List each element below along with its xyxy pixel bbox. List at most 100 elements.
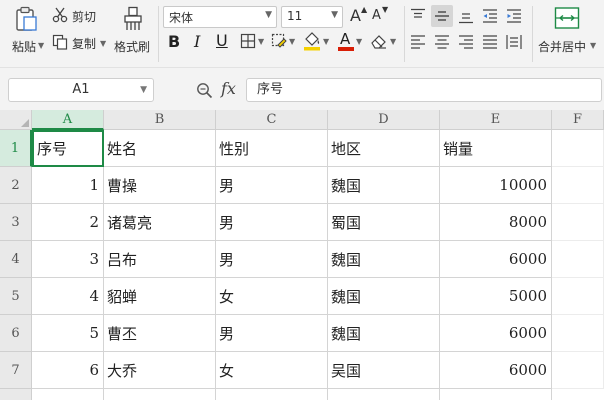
name-box[interactable]: A1 ▼ xyxy=(8,78,154,102)
formula-input[interactable]: 序号 xyxy=(246,78,602,102)
select-all-corner[interactable] xyxy=(0,110,32,130)
selected-cell[interactable]: 序号 xyxy=(32,130,104,167)
table-cell[interactable]: 8000 xyxy=(440,204,552,241)
table-cell[interactable]: 男 xyxy=(216,241,328,278)
table-cell[interactable]: 曹丕 xyxy=(104,315,216,352)
row-header-7[interactable]: 7 xyxy=(0,352,32,389)
row-header-4[interactable]: 4 xyxy=(0,241,32,278)
table-cell[interactable]: 男 xyxy=(216,315,328,352)
paste-button[interactable]: 粘贴 ▼ xyxy=(6,4,46,62)
align-center-button[interactable] xyxy=(432,32,452,52)
table-cell[interactable]: 姓名 xyxy=(104,130,216,167)
underline-button[interactable]: U xyxy=(216,31,228,50)
paste-icon xyxy=(16,6,37,31)
font-color-glyph: A xyxy=(340,30,351,48)
row-header-6[interactable]: 6 xyxy=(0,315,32,352)
copy-button[interactable]: 复制 ▼ xyxy=(52,33,112,53)
align-bottom-button[interactable] xyxy=(456,6,476,26)
column-header-e[interactable]: E xyxy=(440,110,552,130)
table-cell[interactable] xyxy=(328,389,440,400)
table-cell[interactable]: 大乔 xyxy=(104,352,216,389)
bold-button[interactable]: B xyxy=(168,32,180,51)
empty-cell[interactable] xyxy=(552,167,604,204)
distributed-align-button[interactable] xyxy=(504,32,524,52)
empty-cell[interactable] xyxy=(552,204,604,241)
font-color-button[interactable]: A ▼ xyxy=(338,30,368,53)
paste-dropdown-icon[interactable]: ▼ xyxy=(38,41,44,50)
table-cell[interactable]: 6000 xyxy=(440,315,552,352)
merge-dropdown-icon[interactable]: ▼ xyxy=(590,41,596,50)
table-cell[interactable]: 10000 xyxy=(440,167,552,204)
zoom-search-icon[interactable] xyxy=(196,82,213,99)
table-cell[interactable]: 地区 xyxy=(328,130,440,167)
row-header-2[interactable]: 2 xyxy=(0,167,32,204)
justify-button[interactable] xyxy=(480,32,500,52)
table-cell[interactable]: 6000 xyxy=(440,352,552,389)
table-cell[interactable]: 吴国 xyxy=(328,352,440,389)
table-cell[interactable]: 吕布 xyxy=(104,241,216,278)
table-cell[interactable]: 销量 xyxy=(440,130,552,167)
merge-center-button[interactable]: 合并居中 ▼ xyxy=(536,4,602,62)
table-cell[interactable]: 男 xyxy=(216,167,328,204)
table-cell[interactable]: 6000 xyxy=(440,241,552,278)
table-cell[interactable]: 诸葛亮 xyxy=(104,204,216,241)
increase-indent-button[interactable] xyxy=(504,6,524,26)
table-cell[interactable]: 曹操 xyxy=(104,167,216,204)
column-header-d[interactable]: D xyxy=(328,110,440,130)
empty-cell[interactable] xyxy=(552,352,604,389)
table-cell[interactable]: 5000 xyxy=(440,278,552,315)
column-header-f[interactable]: F xyxy=(552,110,604,130)
row-header-1[interactable]: 1 xyxy=(0,130,32,167)
table-cell[interactable]: 1 xyxy=(32,167,104,204)
row-header-3[interactable]: 3 xyxy=(0,204,32,241)
table-cell[interactable]: 魏国 xyxy=(328,315,440,352)
decrease-font-size-button[interactable]: A ▼ xyxy=(372,5,390,27)
table-cell[interactable]: 魏国 xyxy=(328,241,440,278)
table-cell[interactable]: 5 xyxy=(32,315,104,352)
table-cell[interactable]: 2 xyxy=(32,204,104,241)
cell-style-button[interactable]: ▼ xyxy=(271,31,299,53)
table-cell[interactable] xyxy=(440,389,552,400)
copy-dropdown-icon[interactable]: ▼ xyxy=(100,39,106,48)
row-header[interactable] xyxy=(0,389,32,400)
table-cell[interactable]: 魏国 xyxy=(328,278,440,315)
merge-center-label: 合并居中 xyxy=(538,40,587,54)
insert-function-button[interactable]: fx xyxy=(221,79,236,98)
column-header-b[interactable]: B xyxy=(104,110,216,130)
align-middle-button[interactable] xyxy=(431,5,453,27)
table-cell[interactable]: 女 xyxy=(216,278,328,315)
decrease-indent-button[interactable] xyxy=(480,6,500,26)
empty-cell[interactable] xyxy=(552,130,604,167)
column-header-a[interactable]: A xyxy=(32,110,104,130)
table-cell[interactable]: 貂蝉 xyxy=(104,278,216,315)
table-cell[interactable]: 蜀国 xyxy=(328,204,440,241)
row-header-5[interactable]: 5 xyxy=(0,278,32,315)
column-header-c[interactable]: C xyxy=(216,110,328,130)
borders-button[interactable]: ▼ xyxy=(240,31,268,53)
font-name-select[interactable]: 宋体 ▼ xyxy=(163,6,277,28)
table-cell[interactable]: 3 xyxy=(32,241,104,278)
table-cell[interactable]: 6 xyxy=(32,352,104,389)
italic-button[interactable]: I xyxy=(194,32,200,51)
table-cell[interactable]: 4 xyxy=(32,278,104,315)
table-cell[interactable] xyxy=(104,389,216,400)
chevron-down-icon: ▼ xyxy=(140,85,147,95)
table-cell[interactable]: 女 xyxy=(216,352,328,389)
format-painter-button[interactable]: 格式刷 xyxy=(112,4,154,62)
table-cell[interactable]: 魏国 xyxy=(328,167,440,204)
increase-font-size-button[interactable]: A ▲ xyxy=(350,5,368,27)
table-cell[interactable] xyxy=(216,389,328,400)
empty-cell[interactable] xyxy=(552,241,604,278)
align-right-button[interactable] xyxy=(456,32,476,52)
cut-button[interactable]: 剪切 xyxy=(52,6,108,26)
align-top-button[interactable] xyxy=(408,6,428,26)
clear-button[interactable]: ▼ xyxy=(370,31,400,53)
table-cell[interactable]: 男 xyxy=(216,204,328,241)
font-size-select[interactable]: 11 ▼ xyxy=(281,6,343,28)
empty-cell[interactable] xyxy=(552,278,604,315)
empty-cell[interactable] xyxy=(552,315,604,352)
fill-color-button[interactable]: ▼ xyxy=(303,31,333,53)
table-cell[interactable]: 性别 xyxy=(216,130,328,167)
table-cell[interactable] xyxy=(32,389,104,400)
align-left-button[interactable] xyxy=(408,32,428,52)
